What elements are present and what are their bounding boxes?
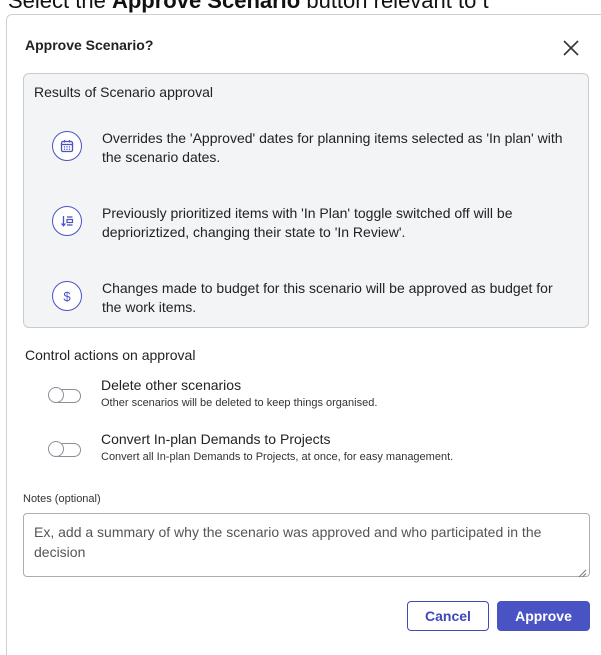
result-text: Changes made to budget for this scenario… — [102, 280, 553, 315]
approve-button[interactable]: Approve — [497, 601, 590, 631]
notes-textarea[interactable] — [23, 513, 590, 577]
control-label: Convert In-plan Demands to Projects — [101, 431, 331, 447]
control-description: Other scenarios will be deleted to keep … — [101, 397, 378, 409]
result-text: Previously prioritized items with 'In Pl… — [102, 205, 513, 240]
delete-scenarios-toggle[interactable] — [48, 387, 81, 403]
result-item: $ Changes made to budget for this scenar… — [52, 280, 572, 327]
caption-suffix: button relevant to t — [300, 0, 489, 13]
caption-bold: Approve Scenario — [111, 0, 301, 13]
sort-priority-icon — [52, 206, 82, 236]
close-icon[interactable] — [560, 37, 582, 59]
dialog-title: Approve Scenario? — [25, 37, 154, 53]
dollar-icon: $ — [52, 281, 82, 311]
result-item: Overrides the 'Approved' dates for plann… — [52, 130, 572, 177]
control-convert-demands: Convert In-plan Demands to Projects Conv… — [48, 431, 549, 475]
toggle-knob — [48, 387, 64, 403]
notes-label: Notes (optional) — [23, 493, 101, 505]
instruction-caption: Select the Approve Scenario button relev… — [8, 0, 489, 14]
resize-grip-icon[interactable] — [577, 565, 587, 578]
control-delete-scenarios: Delete other scenarios Other scenarios w… — [48, 377, 549, 421]
approve-scenario-dialog: Approve Scenario? Results of Scenario ap… — [6, 14, 601, 655]
results-panel: Results of Scenario approval Overrides t… — [23, 73, 589, 328]
convert-demands-toggle[interactable] — [48, 441, 81, 457]
results-title: Results of Scenario approval — [34, 84, 213, 100]
result-text: Overrides the 'Approved' dates for plann… — [102, 130, 563, 165]
control-description: Convert all In-plan Demands to Projects,… — [101, 451, 454, 463]
calendar-icon — [52, 131, 82, 161]
result-item: Previously prioritized items with 'In Pl… — [52, 205, 572, 252]
cancel-button[interactable]: Cancel — [407, 601, 489, 631]
caption-prefix: Select the — [8, 0, 112, 13]
control-label: Delete other scenarios — [101, 377, 242, 393]
control-actions-title: Control actions on approval — [25, 347, 196, 363]
toggle-knob — [48, 441, 64, 457]
